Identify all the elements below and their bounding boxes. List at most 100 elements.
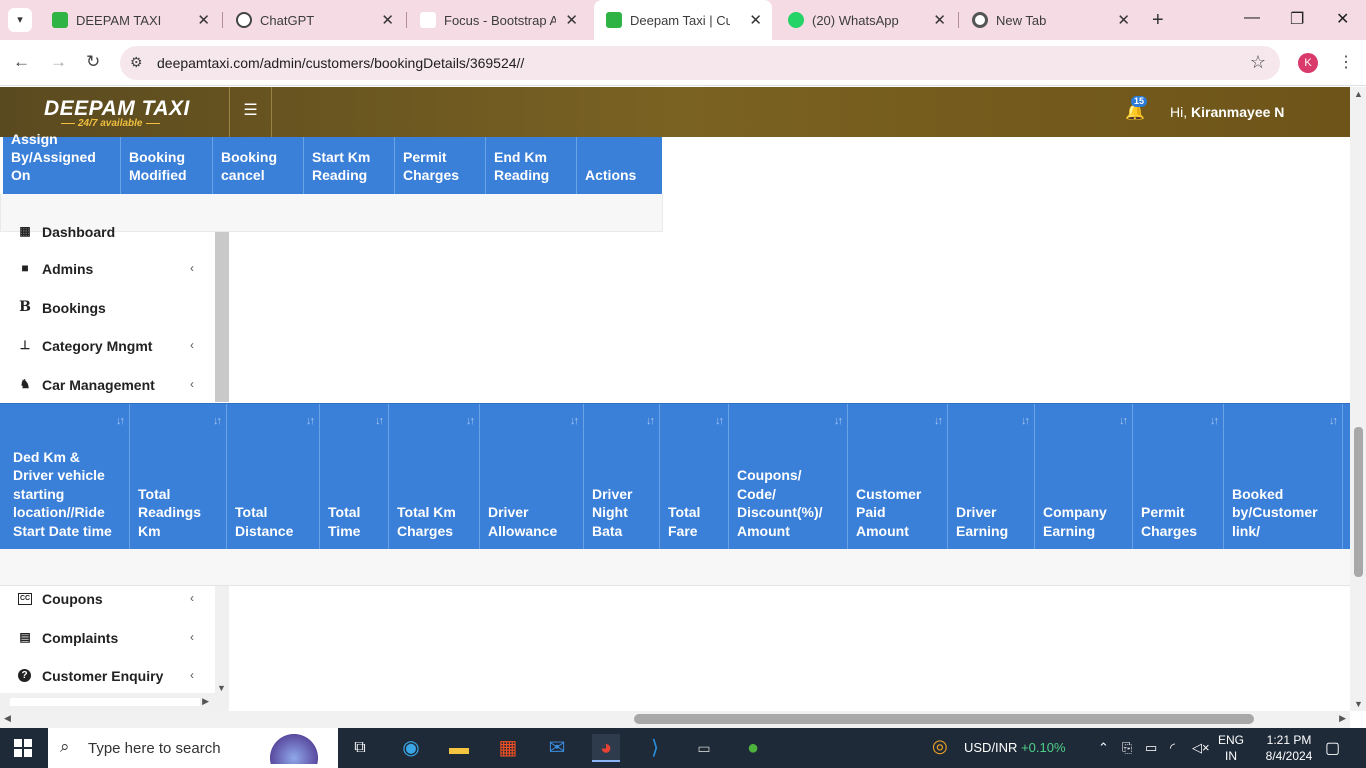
sort-icon[interactable]: ↓↑: [1210, 412, 1219, 431]
sort-icon[interactable]: ↓↑: [934, 412, 943, 431]
site-info-icon[interactable]: ⚙: [130, 54, 143, 71]
window-close-icon[interactable]: ✕: [1336, 9, 1349, 29]
sort-icon[interactable]: ↓↑: [570, 412, 579, 431]
sort-icon[interactable]: ↓↑: [715, 412, 724, 431]
sidebar-item-coupons[interactable]: CC Coupons ‹: [18, 589, 208, 611]
meet-now-icon[interactable]: ⎘: [1122, 740, 1132, 756]
page-horizontal-scrollbar[interactable]: ◀ ▶: [0, 711, 1350, 728]
sidebar-item-customer-enquiry[interactable]: ? Customer Enquiry ‹: [18, 666, 208, 688]
sort-icon[interactable]: ↓↑: [213, 412, 222, 431]
battery-icon[interactable]: ▭: [1145, 740, 1157, 756]
edge-icon[interactable]: ◉: [397, 734, 425, 762]
sort-icon[interactable]: ↓↑: [1021, 412, 1030, 431]
sidebar-scrollbar[interactable]: ▼: [215, 586, 229, 693]
bookmark-star-icon[interactable]: ☆: [1250, 52, 1266, 73]
reload-icon[interactable]: ↻: [86, 52, 100, 72]
sidebar-item-admins[interactable]: ■ Admins ‹: [18, 259, 208, 281]
task-view-icon[interactable]: ⧉: [346, 734, 374, 762]
microsoft-store-icon[interactable]: ▦: [494, 734, 522, 762]
tray-expand-icon[interactable]: ⌃: [1098, 740, 1109, 756]
sidebar-item-bookings[interactable]: B Bookings: [18, 298, 208, 320]
sort-icon[interactable]: ↓↑: [306, 412, 315, 431]
column-header[interactable]: Booking Modified: [121, 137, 213, 194]
scrollbar-thumb[interactable]: [1354, 427, 1363, 577]
forward-arrow-icon[interactable]: →: [50, 52, 67, 72]
scrollbar-thumb[interactable]: [634, 714, 1254, 724]
new-tab-plus-icon[interactable]: +: [1152, 9, 1164, 32]
tab-focus-bootstrap[interactable]: Focus - Bootstrap Ad ✕: [408, 0, 588, 40]
column-header[interactable]: Assign By/Assigned On: [3, 131, 121, 194]
column-header[interactable]: Booking cancel: [213, 137, 304, 194]
vscode-icon[interactable]: ⟩: [641, 734, 669, 762]
sort-icon[interactable]: ↓↑: [1119, 412, 1128, 431]
taskbar-search-box[interactable]: ⌕ Type here to search: [48, 728, 338, 768]
sort-icon[interactable]: ↓↑: [116, 412, 125, 431]
scroll-down-arrow-icon[interactable]: ▼: [1354, 699, 1363, 709]
column-header[interactable]: Customer Paid Amount ↓↑: [848, 404, 948, 550]
mongodb-compass-icon[interactable]: ●: [739, 734, 767, 762]
volume-muted-icon[interactable]: ◁×: [1192, 740, 1210, 756]
column-header[interactable]: Total Km Charges ↓↑: [389, 404, 480, 550]
sidebar-horizontal-scrollbar[interactable]: ▶: [0, 693, 229, 711]
column-header[interactable]: Total Time ↓↑: [320, 404, 389, 550]
scroll-right-arrow-icon[interactable]: ▶: [202, 696, 209, 707]
column-header[interactable]: Start Km Reading: [304, 137, 395, 194]
tab-close-icon[interactable]: ✕: [933, 11, 946, 29]
tab-deepam-customers[interactable]: Deepam Taxi | Custo ✕: [594, 0, 772, 40]
wifi-icon[interactable]: ◜: [1170, 740, 1175, 756]
column-header[interactable]: Booked by/Customer link/ ↓↑: [1224, 404, 1343, 550]
notification-center-icon[interactable]: ▢: [1325, 738, 1340, 758]
column-header[interactable]: Driver Earning ↓↑: [948, 404, 1035, 550]
column-header[interactable]: Ded Km & Driver vehicle starting locatio…: [5, 404, 130, 550]
sidebar-item-dashboard[interactable]: ▦ Dashboard: [18, 222, 208, 244]
tab-new-tab[interactable]: New Tab ✕: [960, 0, 1140, 40]
mail-icon[interactable]: ✉: [543, 734, 571, 762]
sort-icon[interactable]: ↓↑: [466, 412, 475, 431]
scrollbar-thumb[interactable]: [10, 698, 200, 706]
language-indicator[interactable]: ENG IN: [1218, 732, 1244, 764]
scroll-down-arrow-icon[interactable]: ▼: [217, 683, 226, 693]
sidebar-toggle-icon[interactable]: ☰: [229, 87, 272, 137]
sidebar-scrollbar[interactable]: [215, 232, 229, 402]
minimize-icon[interactable]: —: [1244, 9, 1260, 27]
tab-close-icon[interactable]: ✕: [197, 11, 210, 29]
scroll-right-arrow-icon[interactable]: ▶: [1339, 713, 1346, 724]
column-header[interactable]: Total Readings Km ↓↑: [130, 404, 227, 550]
sort-icon[interactable]: ↓↑: [375, 412, 384, 431]
tab-whatsapp[interactable]: (20) WhatsApp ✕: [776, 0, 956, 40]
scroll-left-arrow-icon[interactable]: ◀: [4, 713, 11, 724]
sidebar-item-category-mngmt[interactable]: ⊥ Category Mngmt ‹: [18, 336, 208, 358]
column-header[interactable]: Company Earning ↓↑: [1035, 404, 1133, 550]
page-vertical-scrollbar[interactable]: ▲ ▼: [1350, 87, 1366, 711]
tab-close-icon[interactable]: ✕: [565, 11, 578, 29]
browser-menu-icon[interactable]: ⋮: [1338, 52, 1354, 72]
sort-icon[interactable]: ↓↑: [834, 412, 843, 431]
column-header[interactable]: Total Fare ↓↑: [660, 404, 729, 550]
column-header[interactable]: Coupons/ Code/ Discount(%)/ Amount ↓↑: [729, 404, 848, 550]
scroll-up-arrow-icon[interactable]: ▲: [1354, 89, 1363, 99]
sort-icon[interactable]: ↓↑: [1329, 412, 1338, 431]
currency-ticker[interactable]: USD/INR +0.10%: [964, 740, 1066, 755]
column-header[interactable]: Permit Charges ↓↑: [1133, 404, 1224, 550]
terminal-icon[interactable]: ▭: [690, 734, 718, 762]
user-greeting[interactable]: Hi, Kiranmayee N: [1170, 104, 1284, 120]
tab-deepam-taxi[interactable]: DEEPAM TAXI ✕: [40, 0, 220, 40]
column-header[interactable]: Driver Night Bata ↓↑: [584, 404, 660, 550]
sidebar-item-car-management[interactable]: ♞ Car Management ‹: [18, 375, 208, 397]
file-explorer-icon[interactable]: ▬: [445, 734, 473, 762]
tab-search-button[interactable]: ▾: [8, 8, 32, 32]
column-header[interactable]: Total Distance ↓↑: [227, 404, 320, 550]
column-header[interactable]: End Km Reading: [486, 137, 577, 194]
back-arrow-icon[interactable]: ←: [13, 52, 30, 72]
restore-icon[interactable]: ❐: [1290, 9, 1304, 29]
profile-avatar[interactable]: K: [1298, 53, 1318, 73]
column-header[interactable]: Driver Allowance ↓↑: [480, 404, 584, 550]
tab-close-icon[interactable]: ✕: [1117, 11, 1130, 29]
sort-icon[interactable]: ↓↑: [646, 412, 655, 431]
column-header[interactable]: Permit Charges: [395, 137, 486, 194]
taskbar-clock[interactable]: 1:21 PM 8/4/2024: [1258, 732, 1320, 764]
url-text[interactable]: deepamtaxi.com/admin/customers/bookingDe…: [157, 55, 524, 71]
tab-close-icon[interactable]: ✕: [749, 11, 762, 29]
sidebar-item-complaints[interactable]: ▤ Complaints ‹: [18, 628, 208, 650]
column-header[interactable]: Actions: [577, 137, 662, 194]
